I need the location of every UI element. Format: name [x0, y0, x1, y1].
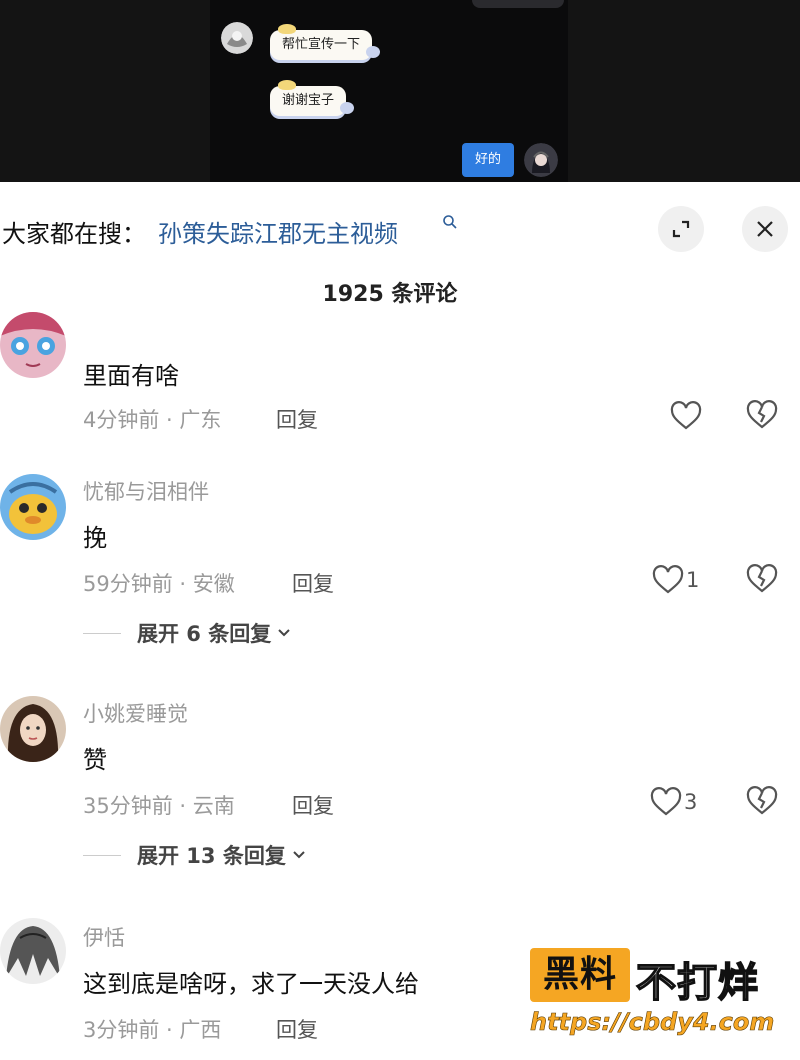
search-suggestion-row: 大家都在搜： 孙策失踪江郡无主视频	[0, 200, 800, 260]
chat-bubble-1: 帮忙宣传一下	[270, 24, 381, 60]
comment-text: 挽	[83, 524, 107, 552]
expand-icon	[672, 220, 690, 238]
bubble-bow-decoration	[278, 80, 296, 90]
reply-button[interactable]: 回复	[292, 568, 334, 598]
search-suggestion-link[interactable]: 孙策失踪江郡无主视频	[158, 214, 398, 249]
chat-avatar-left	[221, 22, 253, 54]
chat-bubble-partial	[472, 0, 564, 8]
bubble-decoration	[366, 46, 381, 58]
dislike-button[interactable]	[746, 400, 778, 432]
comment-item: 小姚爱睡觉 赞 35分钟前 · 云南 回复 3 展开 13 条回复	[0, 694, 800, 874]
comment-item: 里面有啥 4分钟前 · 广东 回复	[0, 312, 800, 442]
heart-icon	[670, 401, 702, 430]
expand-replies-button[interactable]: 展开 6 条回复	[83, 618, 291, 648]
reply-button[interactable]: 回复	[276, 404, 318, 434]
watermark-logo-text: 不打烊	[635, 959, 759, 1007]
chat-reply-text: 好的	[474, 152, 501, 167]
search-icon[interactable]	[442, 214, 458, 230]
like-button[interactable]	[670, 400, 704, 432]
chevron-down-icon	[278, 629, 290, 637]
divider	[83, 854, 121, 856]
avatar[interactable]	[0, 918, 66, 984]
like-count: 3	[684, 790, 698, 814]
video-frame	[210, 0, 568, 182]
heart-icon	[650, 787, 682, 816]
broken-heart-icon	[746, 786, 778, 815]
chat-bubble-2: 谢谢宝子	[270, 80, 355, 116]
comment-item: 忧郁与泪相伴 挽 59分钟前 · 安徽 回复 1 展开 6 条回复	[0, 472, 800, 652]
expand-replies-label: 展开 13 条回复	[137, 844, 286, 868]
like-button[interactable]: 3	[650, 786, 697, 818]
like-count: 1	[686, 568, 700, 592]
comment-text: 这到底是啥呀，求了一天没人给	[83, 970, 419, 998]
watermark: 黑料 不打烊 https://cbdy4.com	[530, 948, 780, 1048]
dislike-button[interactable]	[746, 786, 778, 818]
broken-heart-icon	[746, 564, 778, 593]
comment-username[interactable]: 忧郁与泪相伴	[83, 476, 209, 506]
comment-time-location: 35分钟前 · 云南	[83, 794, 235, 818]
expand-button[interactable]	[658, 206, 704, 252]
comment-text: 里面有啥	[83, 362, 179, 390]
heart-icon	[652, 565, 684, 594]
comment-time-location: 59分钟前 · 安徽	[83, 572, 235, 596]
reply-button[interactable]: 回复	[276, 1014, 318, 1044]
avatar[interactable]	[0, 312, 66, 378]
dislike-button[interactable]	[746, 564, 778, 596]
chat-message-text: 谢谢宝子	[282, 93, 335, 108]
expand-replies-button[interactable]: 展开 13 条回复	[83, 840, 306, 870]
comment-username[interactable]: 伊恬	[83, 922, 125, 952]
like-button[interactable]: 1	[652, 564, 699, 596]
chevron-down-icon	[293, 851, 305, 859]
bubble-decoration	[340, 102, 355, 114]
avatar[interactable]	[0, 474, 66, 540]
chat-avatar-right	[524, 143, 558, 177]
comment-username[interactable]: 小姚爱睡觉	[83, 698, 188, 728]
divider	[83, 632, 121, 634]
watermark-url: https://cbdy4.com	[530, 1008, 775, 1037]
close-icon	[757, 221, 773, 237]
comment-text: 赞	[83, 746, 107, 774]
broken-heart-icon	[746, 400, 778, 429]
comment-time-location: 3分钟前 · 广西	[83, 1018, 222, 1042]
chat-message-text: 帮忙宣传一下	[282, 37, 361, 52]
watermark-logo-box: 黑料	[530, 948, 630, 1002]
video-player[interactable]: 帮忙宣传一下 谢谢宝子 好的	[0, 0, 800, 182]
close-button[interactable]	[742, 206, 788, 252]
bubble-bow-decoration	[278, 24, 296, 34]
reply-button[interactable]: 回复	[292, 790, 334, 820]
avatar[interactable]	[0, 696, 66, 762]
chat-reply-bubble: 好的	[462, 143, 514, 177]
comment-time-location: 4分钟前 · 广东	[83, 408, 222, 432]
expand-replies-label: 展开 6 条回复	[137, 622, 272, 646]
comment-count-title: 1925 条评论	[322, 282, 458, 307]
search-prefix-label: 大家都在搜：	[2, 220, 146, 248]
